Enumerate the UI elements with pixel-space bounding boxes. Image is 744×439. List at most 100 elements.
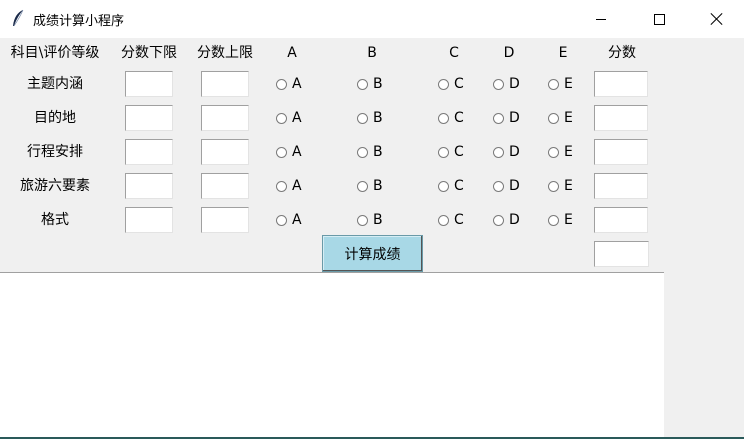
radio-button[interactable] [438, 214, 449, 226]
upper-limit-input[interactable] [201, 139, 249, 165]
radio-label: B [373, 212, 383, 228]
radio-button[interactable] [548, 112, 559, 124]
radio-grade-d[interactable]: D [493, 176, 520, 196]
radio-button[interactable] [493, 112, 504, 124]
radio-grade-b[interactable]: B [357, 142, 383, 162]
radio-grade-e[interactable]: E [548, 176, 573, 196]
radio-button[interactable] [276, 214, 287, 226]
radio-grade-d[interactable]: D [493, 74, 520, 94]
score-input[interactable] [594, 207, 648, 233]
radio-label: A [292, 76, 302, 92]
lower-limit-input[interactable] [125, 71, 173, 97]
feather-icon [13, 9, 24, 27]
row-label: 主题内涵 [27, 76, 83, 92]
radio-label: B [373, 178, 383, 194]
header-grade-b: B [367, 45, 377, 61]
header-lower-limit: 分数下限 [121, 45, 177, 61]
radio-button[interactable] [276, 112, 287, 124]
radio-label: A [292, 144, 302, 160]
upper-limit-input[interactable] [201, 207, 249, 233]
radio-grade-a[interactable]: A [276, 74, 302, 94]
radio-grade-e[interactable]: E [548, 108, 573, 128]
radio-grade-c[interactable]: C [438, 74, 464, 94]
row-label: 目的地 [34, 110, 76, 126]
upper-limit-input[interactable] [201, 105, 249, 131]
radio-grade-e[interactable]: E [548, 74, 573, 94]
radio-label: C [454, 76, 464, 92]
header-score: 分数 [608, 45, 636, 61]
radio-button[interactable] [493, 180, 504, 192]
radio-button[interactable] [548, 214, 559, 226]
radio-grade-d[interactable]: D [493, 108, 520, 128]
radio-grade-a[interactable]: A [276, 108, 302, 128]
radio-grade-b[interactable]: B [357, 176, 383, 196]
radio-button[interactable] [438, 146, 449, 158]
header-subject: 科目\评价等级 [10, 45, 100, 61]
row-label: 格式 [41, 212, 69, 228]
maximize-button[interactable] [630, 0, 688, 38]
upper-limit-input[interactable] [201, 173, 249, 199]
radio-label: A [292, 178, 302, 194]
score-input[interactable] [594, 71, 648, 97]
output-text-area[interactable] [0, 272, 664, 439]
radio-grade-b[interactable]: B [357, 74, 383, 94]
radio-grade-c[interactable]: C [438, 176, 464, 196]
radio-grade-e[interactable]: E [548, 210, 573, 230]
radio-grade-a[interactable]: A [276, 176, 302, 196]
lower-limit-input[interactable] [125, 207, 173, 233]
radio-label: A [292, 212, 302, 228]
radio-grade-e[interactable]: E [548, 142, 573, 162]
radio-button[interactable] [357, 78, 368, 90]
radio-label: D [509, 144, 520, 160]
radio-button[interactable] [276, 146, 287, 158]
radio-grade-a[interactable]: A [276, 142, 302, 162]
radio-label: C [454, 178, 464, 194]
lower-limit-input[interactable] [125, 105, 173, 131]
radio-grade-c[interactable]: C [438, 142, 464, 162]
radio-label: C [454, 110, 464, 126]
radio-grade-c[interactable]: C [438, 108, 464, 128]
calculate-score-button[interactable]: 计算成绩 [322, 235, 423, 272]
radio-button[interactable] [357, 146, 368, 158]
radio-button[interactable] [438, 112, 449, 124]
upper-limit-input[interactable] [201, 71, 249, 97]
radio-grade-c[interactable]: C [438, 210, 464, 230]
score-input[interactable] [594, 105, 648, 131]
radio-label: C [454, 212, 464, 228]
radio-label: E [564, 110, 573, 126]
radio-label: E [564, 144, 573, 160]
score-input[interactable] [594, 139, 648, 165]
radio-button[interactable] [493, 214, 504, 226]
radio-button[interactable] [548, 78, 559, 90]
lower-limit-input[interactable] [125, 173, 173, 199]
radio-label: D [509, 110, 520, 126]
radio-button[interactable] [548, 146, 559, 158]
radio-button[interactable] [493, 78, 504, 90]
close-button[interactable] [688, 0, 744, 38]
radio-button[interactable] [276, 78, 287, 90]
radio-grade-a[interactable]: A [276, 210, 302, 230]
row-label: 行程安排 [27, 144, 83, 160]
radio-grade-b[interactable]: B [357, 210, 383, 230]
radio-label: D [509, 212, 520, 228]
total-score-input[interactable] [594, 241, 649, 267]
lower-limit-input[interactable] [125, 139, 173, 165]
radio-button[interactable] [438, 78, 449, 90]
minimize-button[interactable] [572, 0, 630, 38]
radio-button[interactable] [357, 214, 368, 226]
radio-grade-b[interactable]: B [357, 108, 383, 128]
radio-label: D [509, 178, 520, 194]
radio-button[interactable] [276, 180, 287, 192]
radio-button[interactable] [438, 180, 449, 192]
header-grade-c: C [449, 45, 459, 61]
radio-button[interactable] [493, 146, 504, 158]
radio-label: E [564, 76, 573, 92]
score-input[interactable] [594, 173, 648, 199]
radio-label: D [509, 76, 520, 92]
radio-grade-d[interactable]: D [493, 210, 520, 230]
radio-button[interactable] [357, 112, 368, 124]
radio-grade-d[interactable]: D [493, 142, 520, 162]
header-grade-d: D [503, 45, 515, 61]
radio-button[interactable] [357, 180, 368, 192]
radio-button[interactable] [548, 180, 559, 192]
